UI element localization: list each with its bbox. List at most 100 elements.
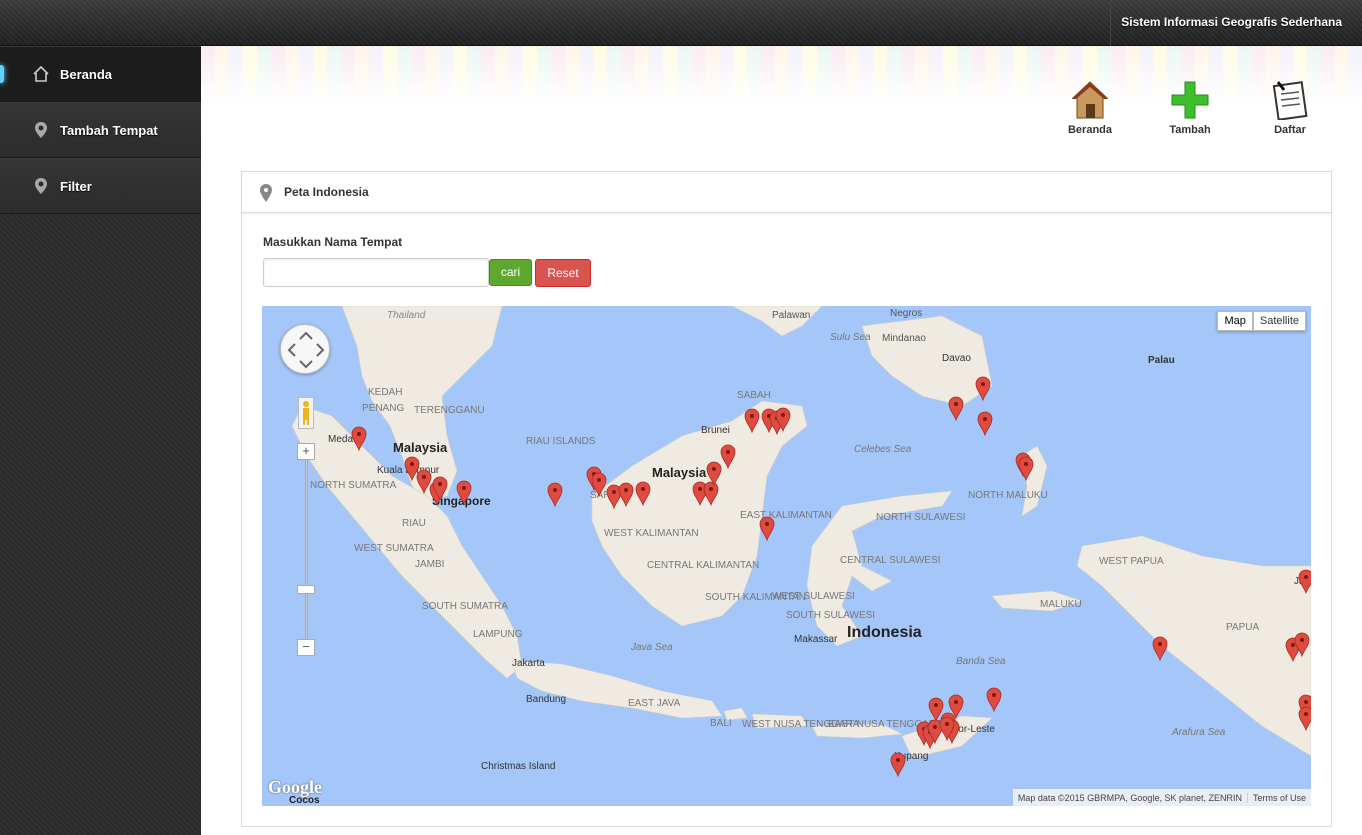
- label-jambi: JAMBI: [415, 559, 444, 570]
- street-view-pegman-icon[interactable]: [298, 397, 314, 429]
- map-type-control: Map Satellite: [1217, 311, 1306, 331]
- attribution-text: Map data ©2015 GBRMPA, Google, SK planet…: [1017, 792, 1242, 803]
- add-toolbar-button[interactable]: Tambah: [1155, 80, 1225, 136]
- map-marker[interactable]: [759, 516, 775, 542]
- terms-of-use-link[interactable]: Terms of Use: [1246, 792, 1311, 803]
- label-davao: Davao: [942, 353, 971, 364]
- search-input[interactable]: [263, 258, 489, 287]
- label-central-sulawesi: CENTRAL SULAWESI: [840, 555, 940, 566]
- label-celebes-sea: Celebes Sea: [854, 444, 912, 455]
- list-toolbar-button[interactable]: Daftar: [1255, 80, 1325, 136]
- label-sabah: SABAH: [737, 390, 771, 401]
- label-west-kalimantan: WEST KALIMANTAN: [604, 528, 699, 539]
- sidebar-item-beranda[interactable]: Beranda: [0, 46, 201, 102]
- label-banda-sea: Banda Sea: [956, 656, 1006, 667]
- map-marker-dot: [641, 487, 645, 491]
- sidebar-item-tambah-tempat[interactable]: Tambah Tempat: [0, 102, 201, 158]
- sidebar: Beranda Tambah Tempat Filter: [0, 46, 201, 835]
- map-marker-dot: [612, 490, 616, 494]
- label-penang: PENANG: [362, 403, 404, 414]
- map-canvas[interactable]: Thailand Palawan Sulu Sea Mindanao Negro…: [262, 306, 1311, 806]
- label-malaysia-west: Malaysia: [393, 440, 448, 455]
- map-marker-dot: [597, 478, 601, 482]
- search-button[interactable]: cari: [489, 259, 532, 286]
- map-type-map-button[interactable]: Map: [1217, 311, 1253, 331]
- map-marker-dot: [1304, 700, 1308, 704]
- reset-button[interactable]: Reset: [535, 259, 591, 287]
- label-christmas-island: Christmas Island: [481, 761, 555, 772]
- map-marker-dot: [945, 722, 949, 726]
- map-marker[interactable]: [986, 687, 1002, 713]
- map-marker[interactable]: [928, 697, 944, 723]
- map-marker-dot: [992, 693, 996, 697]
- map-base: Thailand Palawan Sulu Sea Mindanao Negro…: [291, 306, 1311, 778]
- home-toolbar-button[interactable]: Beranda: [1055, 80, 1125, 136]
- label-papua: PAPUA: [1226, 622, 1259, 633]
- map-marker-dot: [726, 450, 730, 454]
- home-toolbar-label: Beranda: [1067, 124, 1113, 136]
- label-east-java: EAST JAVA: [628, 698, 681, 709]
- zoom-in-button[interactable]: +: [297, 443, 315, 460]
- map-marker-dot: [410, 462, 414, 466]
- label-bandung: Bandung: [526, 694, 566, 705]
- map-marker-dot: [357, 432, 361, 436]
- label-central-kalimantan: CENTRAL KALIMANTAN: [647, 560, 759, 571]
- map-marker[interactable]: [948, 396, 964, 422]
- label-bali: BALI: [710, 718, 732, 729]
- sidebar-item-label: Tambah Tempat: [60, 122, 158, 138]
- label-north-sulawesi: NORTH SULAWESI: [876, 512, 965, 523]
- map-type-satellite-button[interactable]: Satellite: [1252, 311, 1306, 331]
- zoom-out-button[interactable]: −: [297, 639, 315, 656]
- label-sulu-sea: Sulu Sea: [830, 332, 871, 343]
- pan-control[interactable]: [280, 324, 330, 374]
- label-jakarta: Jakarta: [512, 658, 545, 669]
- label-medan: Meda: [328, 434, 353, 445]
- map-marker-dot: [709, 487, 713, 491]
- home-icon: [33, 65, 49, 82]
- map-marker-dot: [981, 382, 985, 386]
- label-north-maluku: NORTH MALUKU: [968, 490, 1048, 501]
- map-marker[interactable]: [975, 376, 991, 402]
- zoom-slider-track[interactable]: [305, 452, 308, 648]
- map-marker-dot: [712, 467, 716, 471]
- map-marker[interactable]: [977, 411, 993, 437]
- pan-arrows-icon: [287, 331, 325, 369]
- land-masses: [291, 306, 1311, 759]
- map-marker-dot: [896, 758, 900, 762]
- zoom-slider-handle[interactable]: [297, 585, 315, 594]
- panel-header: Peta Indonesia: [242, 172, 1331, 213]
- map-marker-dot: [1024, 462, 1028, 466]
- clipboard-icon: [1272, 81, 1308, 120]
- map-marker[interactable]: [1152, 636, 1168, 662]
- map-marker-icon: [260, 184, 272, 202]
- house-icon: [1071, 81, 1109, 119]
- app-title: Sistem Informasi Geografis Sederhana: [1110, 0, 1362, 46]
- map-marker[interactable]: [890, 752, 906, 778]
- label-riau: RIAU: [402, 518, 426, 529]
- map-marker-dot: [1300, 638, 1304, 642]
- label-cocos: Cocos: [289, 795, 320, 806]
- sidebar-item-label: Beranda: [60, 66, 113, 82]
- map-marker-dot: [438, 482, 442, 486]
- map-marker-dot: [934, 703, 938, 707]
- label-lampung: LAMPUNG: [473, 629, 523, 640]
- map-marker-dot: [553, 488, 557, 492]
- add-toolbar-label: Tambah: [1169, 124, 1211, 136]
- label-riau-islands: RIAU ISLANDS: [526, 436, 596, 447]
- map-marker-dot: [624, 488, 628, 492]
- map-marker-dot: [1304, 712, 1308, 716]
- sidebar-item-label: Filter: [60, 178, 92, 194]
- active-indicator: [0, 65, 4, 83]
- label-makassar: Makassar: [794, 634, 838, 645]
- label-negros: Negros: [890, 308, 922, 319]
- label-east-kalimantan: EAST KALIMANTAN: [740, 510, 832, 521]
- map-marker-dot: [781, 413, 785, 417]
- label-java-sea: Java Sea: [630, 642, 673, 653]
- panel-title: Peta Indonesia: [284, 185, 369, 199]
- map-marker[interactable]: [547, 482, 563, 508]
- label-palau: Palau: [1148, 355, 1175, 366]
- sidebar-item-filter[interactable]: Filter: [0, 158, 201, 214]
- label-thailand: Thailand: [387, 310, 426, 321]
- plus-icon: [1171, 81, 1209, 119]
- map-marker-dot: [698, 487, 702, 491]
